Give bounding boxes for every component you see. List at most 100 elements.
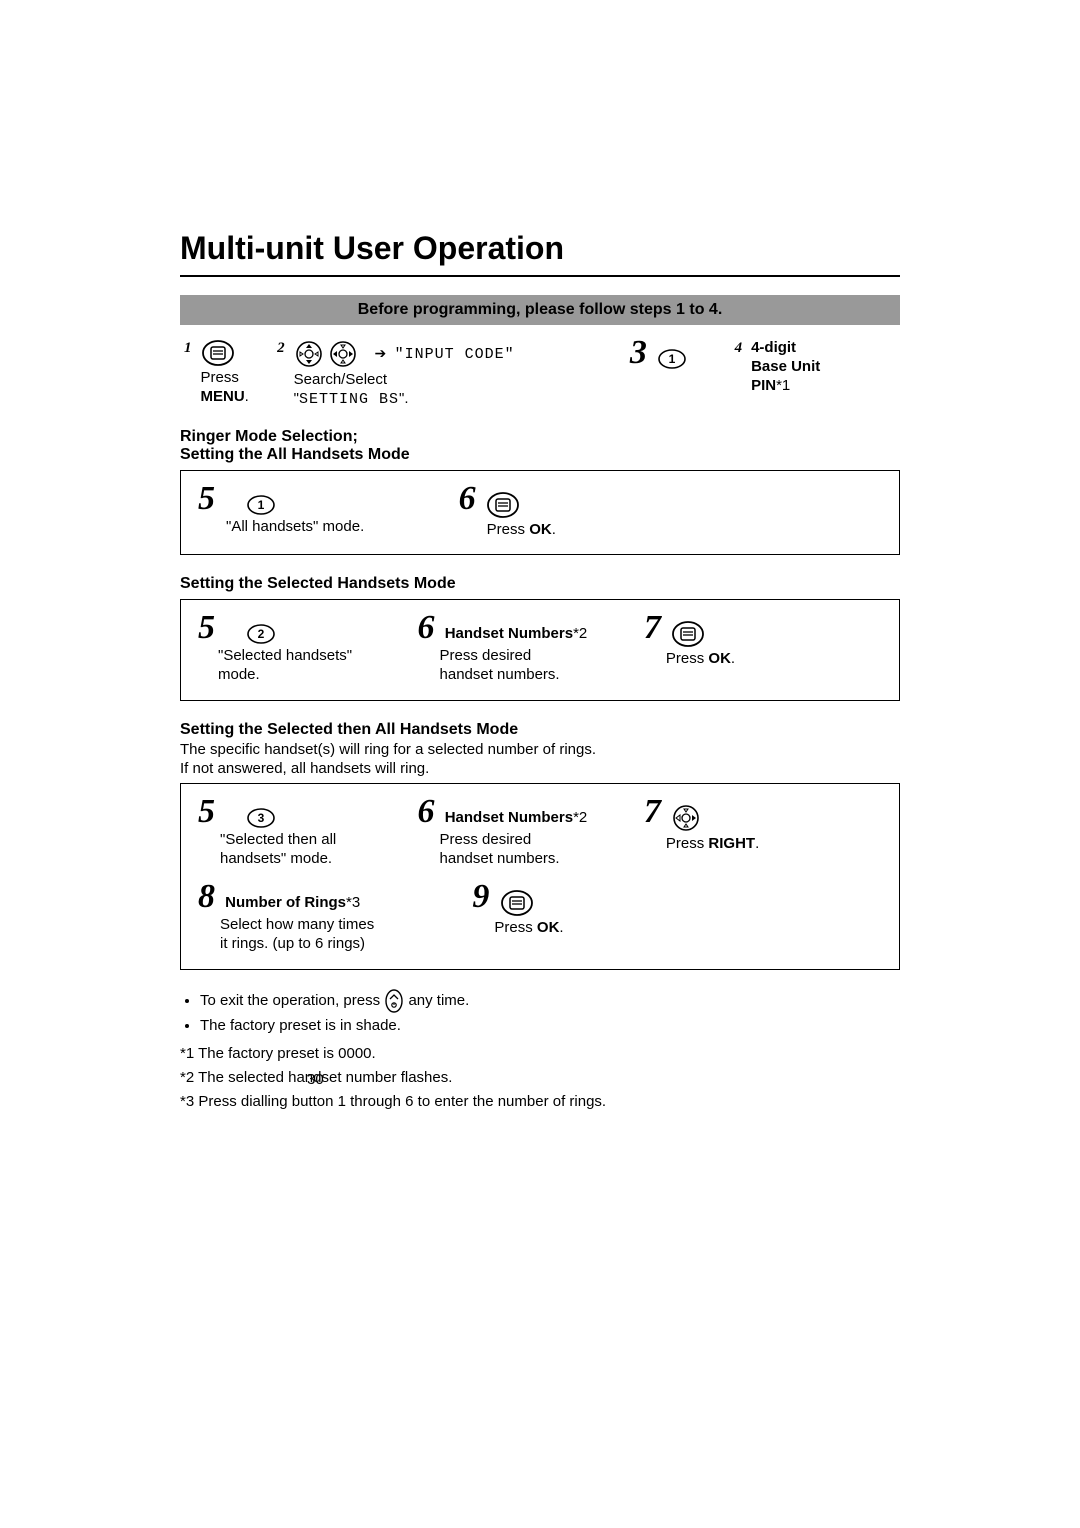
- boxC-step7-num: 7: [644, 793, 667, 830]
- boxB-step5-caption: "Selected handsets" mode.: [218, 647, 416, 685]
- key-1-icon: 1: [657, 348, 687, 370]
- note-exit-a: To exit the operation, press: [200, 992, 384, 1009]
- boxB-l1: Press desired: [440, 647, 532, 664]
- boxC-l1: Press desired: [440, 831, 532, 848]
- boxC-number-of-rings: Number of Rings: [225, 894, 346, 911]
- boxC-star2: *2: [573, 809, 587, 826]
- power-off-icon: [384, 992, 408, 1009]
- step-1-caption: Press MENU.: [201, 369, 249, 407]
- page-number: 30: [307, 1071, 324, 1088]
- note-factory-shade: The factory preset is in shade.: [200, 1014, 900, 1038]
- ok-button-icon-3: [500, 889, 534, 917]
- footnote-2: *2 The selected handset number flashes.: [180, 1066, 900, 1090]
- step-2-caption: Search/Select "SETTING BS".: [294, 371, 515, 410]
- nav-updown-icon: [294, 339, 324, 369]
- svg-text:1: 1: [669, 352, 676, 366]
- boxA-dot: .: [552, 521, 556, 538]
- paraC2: If not answered, all handsets will ring.: [180, 760, 900, 777]
- boxB-star2: *2: [573, 625, 587, 642]
- step-4-pin: PIN: [751, 377, 776, 394]
- boxC-step8-caption: Select how many times it rings. (up to 6…: [220, 916, 470, 954]
- boxC-star3: *3: [346, 894, 360, 911]
- ringer-heading-l2: Setting the All Handsets Mode: [180, 446, 410, 463]
- boxC-step8-num: 8: [198, 878, 221, 915]
- step-1-line1: Press: [201, 369, 239, 386]
- step-4-l2: Base Unit: [751, 358, 820, 375]
- boxA-all-handsets: All handsets: [231, 518, 313, 535]
- svg-text:1: 1: [258, 498, 265, 512]
- step-4-number: 4: [734, 338, 749, 396]
- note-exit-b: any time.: [408, 992, 469, 1009]
- box-selected-then-all: 5 3 "Selected then all handsets" mode. 6…: [180, 783, 900, 970]
- boxC-press9: Press: [494, 919, 537, 936]
- boxC-ok9: OK: [537, 919, 560, 936]
- heading-selected-handsets: Setting the Selected Handsets Mode: [180, 575, 900, 593]
- step-1-number: 1: [183, 338, 198, 408]
- boxC-mode: mode.: [286, 850, 332, 867]
- footnotes: *1 The factory preset is 0000. *2 The se…: [180, 1042, 900, 1114]
- key-3-icon: 3: [246, 807, 276, 829]
- svg-text:3: 3: [258, 811, 265, 825]
- step-4-star1: *1: [776, 377, 790, 394]
- boxC-selected-then-all: Selected then all: [225, 831, 336, 848]
- boxC-s8l1: Select how many times: [220, 916, 374, 933]
- ok-button-icon-2: [671, 620, 705, 648]
- boxA-mode: mode.: [318, 518, 364, 535]
- ok-button-icon: [486, 491, 520, 519]
- arrow-right-icon: ➔: [375, 345, 387, 363]
- boxA-ok: OK: [529, 521, 552, 538]
- box-all-handsets: 5 1 "All handsets" mode. 6: [180, 470, 900, 556]
- steps-1-4: 1 Press MENU.: [180, 335, 900, 414]
- notes-list: To exit the operation, press any time. T…: [180, 988, 900, 1038]
- key-2-icon: 2: [246, 623, 276, 645]
- ringer-heading-l1: Ringer Mode Selection;: [180, 428, 358, 445]
- step-2-q2: ".: [399, 390, 409, 407]
- boxA-step6-caption: Press OK.: [487, 521, 882, 540]
- nav-right-icon: [671, 803, 701, 833]
- key-1-icon-b: 1: [246, 494, 276, 516]
- boxB-press: Press: [666, 650, 709, 667]
- boxC-step5-num: 5: [198, 793, 221, 830]
- boxA-step5-caption: "All handsets" mode.: [226, 518, 457, 537]
- nav-leftright-icon: [328, 339, 358, 369]
- boxB-ok: OK: [708, 650, 731, 667]
- boxB-q2: ": [347, 647, 352, 664]
- step-2-setting-bs: SETTING BS: [299, 391, 399, 408]
- page: Multi-unit User Operation Before program…: [0, 0, 1080, 1528]
- input-code-text: "INPUT CODE": [395, 346, 515, 363]
- paraC1: The specific handset(s) will ring for a …: [180, 741, 900, 758]
- boxB-step6-caption: Press desired handset numbers.: [440, 647, 642, 685]
- boxC-right: RIGHT: [708, 835, 755, 852]
- boxC-step7-caption: Press RIGHT.: [666, 835, 882, 854]
- menu-button-icon: [201, 339, 235, 367]
- boxC-dot: .: [755, 835, 759, 852]
- boxC-step6-caption: Press desired handset numbers.: [440, 831, 642, 869]
- boxB-mode: mode.: [218, 666, 260, 683]
- heading-selected-then-all: Setting the Selected then All Handsets M…: [180, 721, 900, 739]
- step-2-number: 2: [276, 338, 291, 411]
- boxA-step5-num: 5: [198, 480, 221, 517]
- step-2-line1: Search/Select: [294, 371, 387, 388]
- boxC-step9-num: 9: [472, 878, 495, 915]
- boxA-step6-num: 6: [459, 480, 482, 517]
- footnote-3: *3 Press dialling button 1 through 6 to …: [180, 1090, 900, 1114]
- step-4-caption: 4-digit Base Unit PIN*1: [750, 338, 821, 396]
- boxC-step9-caption: Press OK.: [494, 919, 882, 938]
- boxC-step6-num: 6: [418, 793, 441, 830]
- step-4-l1: 4-digit: [751, 339, 796, 356]
- boxC-s8l2: it rings. (up to 6 rings): [220, 935, 365, 952]
- boxB-dot: .: [731, 650, 735, 667]
- footnote-1: *1 The factory preset is 0000.: [180, 1042, 900, 1066]
- svg-text:2: 2: [258, 627, 265, 641]
- note-exit: To exit the operation, press any time.: [200, 988, 900, 1014]
- step-3-number: 3: [630, 334, 653, 371]
- ringer-heading: Ringer Mode Selection; Setting the All H…: [180, 428, 900, 464]
- boxB-l2: handset numbers.: [440, 666, 560, 683]
- boxB-handset-numbers: Handset Numbers: [445, 625, 573, 642]
- boxB-step6-num: 6: [418, 609, 441, 646]
- page-title: Multi-unit User Operation: [180, 230, 900, 267]
- boxB-selected-handsets: Selected handsets: [223, 647, 346, 664]
- box-selected-handsets: 5 2 "Selected handsets" mode. 6 Handset …: [180, 599, 900, 701]
- boxC-step5-caption: "Selected then all handsets" mode.: [220, 831, 416, 869]
- boxC-handset-numbers: Handset Numbers: [445, 809, 573, 826]
